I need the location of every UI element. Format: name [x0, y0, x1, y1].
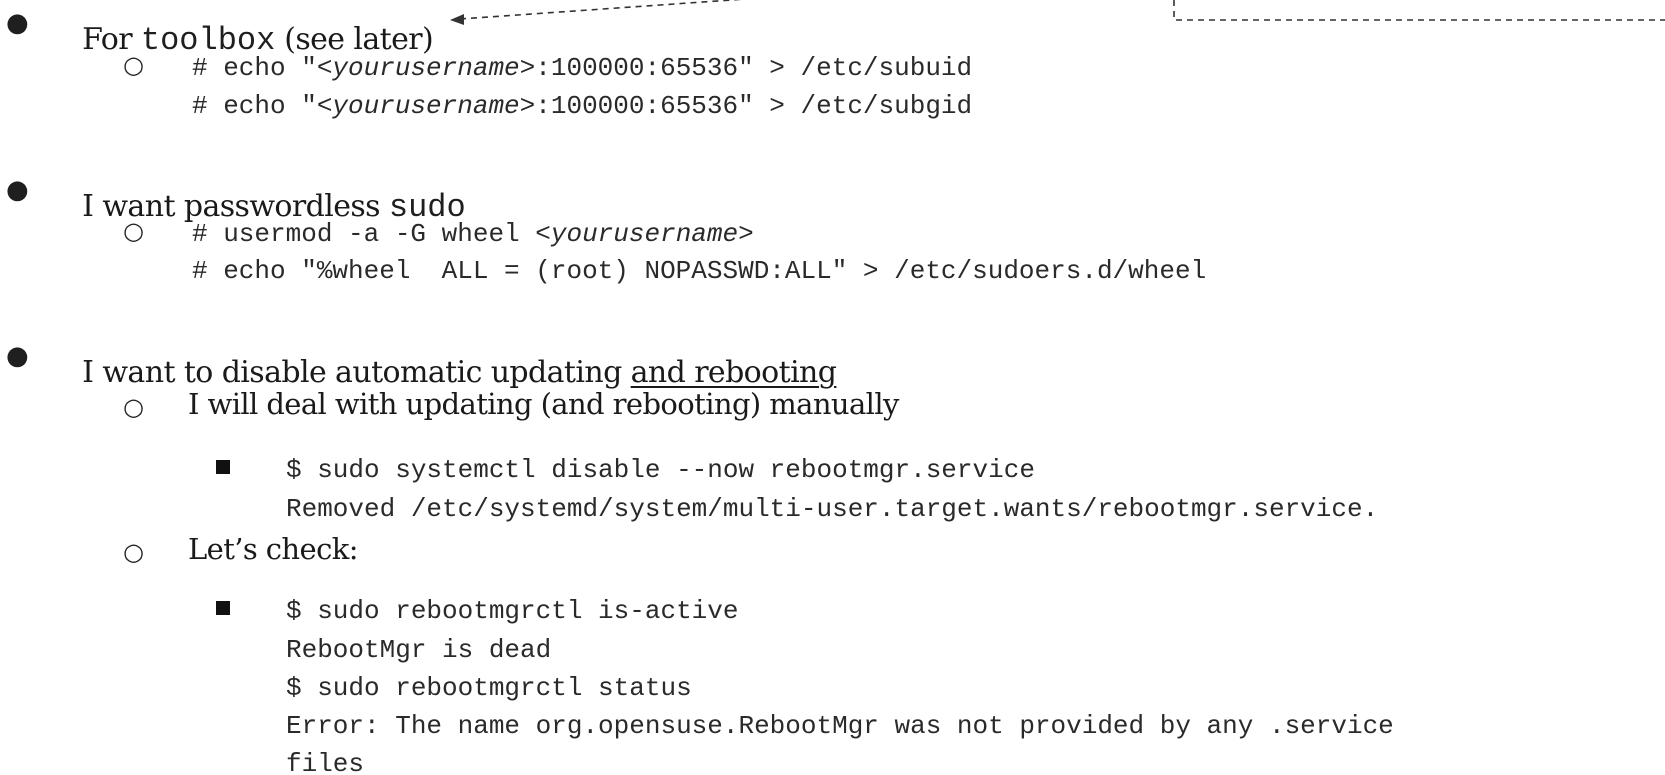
bullet-square-icon — [216, 460, 230, 474]
code-line-error: Error: The name org.opensuse.RebootMgr w… — [286, 711, 1394, 741]
bullet-circle-icon: ○ — [123, 393, 144, 421]
bullet-circle-icon: ○ — [123, 538, 144, 566]
code-line-disable: $ sudo systemctl disable --now rebootmgr… — [286, 455, 1035, 485]
sub-item-manual: I will deal with updating (and rebooting… — [188, 387, 899, 421]
bullet-disc-icon: ● — [6, 8, 29, 38]
annotation-arrowhead-icon — [450, 14, 464, 25]
bullet-disc-icon: ● — [6, 341, 29, 371]
code-line-usermod: # usermod -a -G wheel <yourusername> — [192, 219, 754, 249]
bullet-disc-icon: ● — [6, 175, 29, 205]
sub-item-check: Let’s check: — [188, 532, 358, 566]
code-line-removed: Removed /etc/systemd/system/multi-user.t… — [286, 494, 1379, 524]
bullet-square-icon — [216, 601, 230, 615]
code-line-status: $ sudo rebootmgrctl status — [286, 673, 692, 703]
heading-toolbox: For toolbox (see later) — [82, 22, 434, 59]
heading-updates-underlined: and rebooting — [630, 355, 837, 390]
code-line-sudoers: # echo "%wheel ALL = (root) NOPASSWD:ALL… — [192, 256, 1207, 286]
code-line-subuid: # echo "<yourusername>:100000:65536" > /… — [192, 53, 973, 83]
annotation-arrow-line — [459, 0, 743, 20]
code-line-is-active: $ sudo rebootmgrctl is-active — [286, 596, 739, 626]
heading-updates: I want to disable automatic updating and… — [82, 355, 837, 390]
bullet-circle-icon: ○ — [123, 51, 144, 79]
annotation-bracket-line — [1173, 0, 1665, 21]
code-line-dead: RebootMgr is dead — [286, 635, 552, 665]
code-line-files: files — [286, 749, 365, 775]
bullet-circle-icon: ○ — [123, 217, 144, 245]
code-line-subgid: # echo "<yourusername>:100000:65536" > /… — [192, 91, 973, 121]
